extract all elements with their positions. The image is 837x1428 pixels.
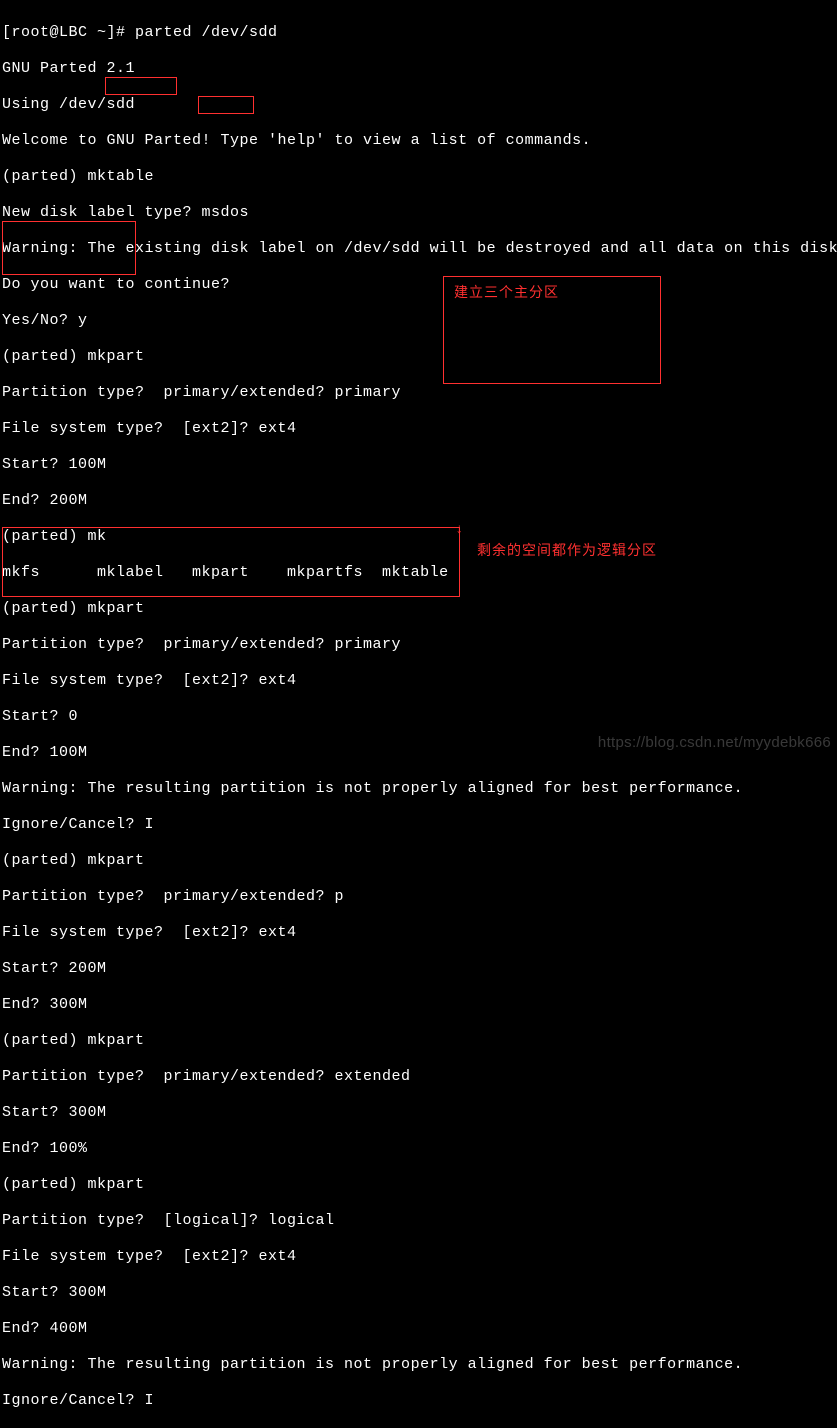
label-type-line: New disk label type? msdos <box>2 204 837 222</box>
highlight-mktable <box>105 77 177 95</box>
ptype-p: Partition type? primary/extended? p <box>2 888 837 906</box>
highlight-start-end-1 <box>2 221 136 275</box>
ptype-primary2: Partition type? primary/extended? primar… <box>2 636 837 654</box>
yesno-line: Yes/No? y <box>2 312 837 330</box>
parted-mktable: (parted) mktable <box>2 168 837 186</box>
welcome-line: Welcome to GNU Parted! Type 'help' to vi… <box>2 132 837 150</box>
parted-mkpart4: (parted) mkpart <box>2 1032 837 1050</box>
fs-ext4-2: File system type? [ext2]? ext4 <box>2 672 837 690</box>
ignore-2: Ignore/Cancel? I <box>2 1392 837 1410</box>
start-200m: Start? 200M <box>2 960 837 978</box>
end-100pct: End? 100% <box>2 1140 837 1158</box>
fs-ext4-1: File system type? [ext2]? ext4 <box>2 420 837 438</box>
start-100m: Start? 100M <box>2 456 837 474</box>
ptype-extended: Partition type? primary/extended? extend… <box>2 1068 837 1086</box>
warn-align-1: Warning: The resulting partition is not … <box>2 780 837 798</box>
end-400m: End? 400M <box>2 1320 837 1338</box>
watermark: https://blog.csdn.net/myydebk666 <box>598 734 831 752</box>
annotation-primary: 建立三个主分区 <box>454 283 559 301</box>
ptype-logical: Partition type? [logical]? logical <box>2 1212 837 1230</box>
parted-mkpart5: (parted) mkpart <box>2 1176 837 1194</box>
version-line: GNU Parted 2.1 <box>2 60 837 78</box>
parted-mkpart3: (parted) mkpart <box>2 852 837 870</box>
ptype-primary1: Partition type? primary/extended? primar… <box>2 384 837 402</box>
fs-ext4-4: File system type? [ext2]? ext4 <box>2 1248 837 1266</box>
warn-align-2: Warning: The resulting partition is not … <box>2 1356 837 1374</box>
annotation-logical: 剩余的空间都作为逻辑分区 <box>477 541 657 559</box>
fs-ext4-3: File system type? [ext2]? ext4 <box>2 924 837 942</box>
end-300m: End? 300M <box>2 996 837 1014</box>
end-200m: End? 200M <box>2 492 837 510</box>
prompt-line: [root@LBC ~]# parted /dev/sdd <box>2 24 837 42</box>
start-0: Start? 0 <box>2 708 837 726</box>
continue-prompt: Do you want to continue? <box>2 276 837 294</box>
device-line: Using /dev/sdd <box>2 96 837 114</box>
highlight-msdos <box>198 96 254 114</box>
highlight-extended-box <box>2 527 460 597</box>
start-300m-log: Start? 300M <box>2 1284 837 1302</box>
terminal-output[interactable]: [root@LBC ~]# parted /dev/sdd GNU Parted… <box>2 6 837 1428</box>
parted-mkpart2: (parted) mkpart <box>2 600 837 618</box>
ignore-1: Ignore/Cancel? I <box>2 816 837 834</box>
arrow-down-icon: ↓ <box>455 521 464 539</box>
parted-mkpart1: (parted) mkpart <box>2 348 837 366</box>
start-300m-ext: Start? 300M <box>2 1104 837 1122</box>
